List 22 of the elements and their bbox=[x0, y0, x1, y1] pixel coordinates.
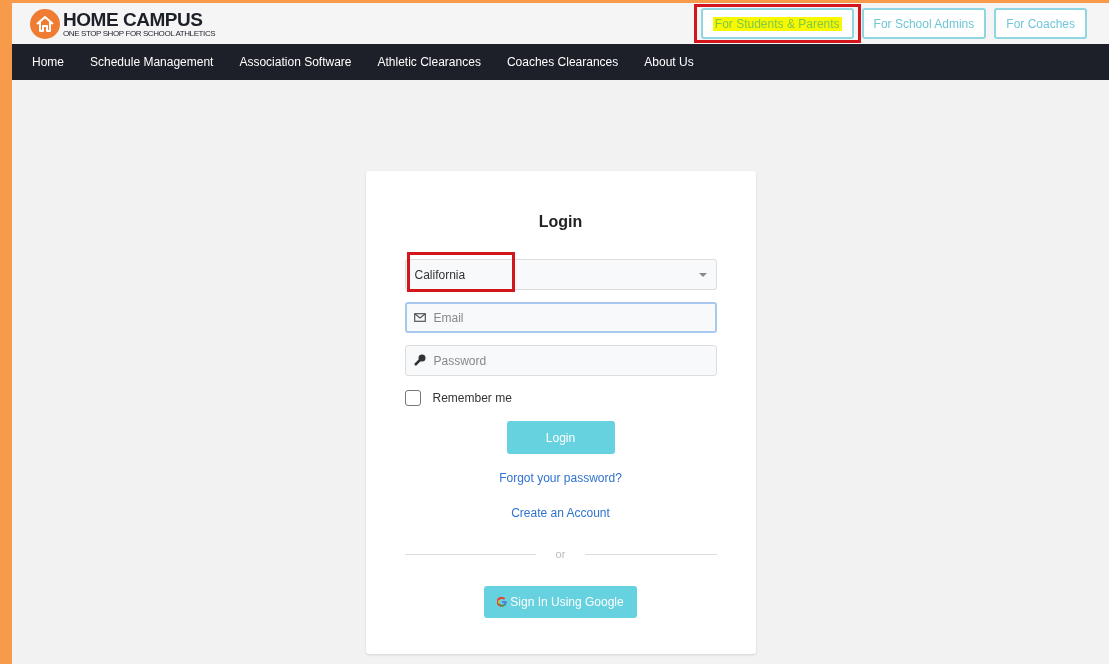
nav-link[interactable]: Athletic Clearances bbox=[377, 53, 481, 71]
brand-tagline: ONE STOP SHOP FOR SCHOOL ATHLETICS bbox=[63, 29, 216, 38]
google-g-icon bbox=[497, 596, 508, 607]
divider-text: or bbox=[555, 547, 566, 562]
state-select[interactable]: California bbox=[404, 259, 717, 290]
nav-link[interactable]: About Us bbox=[644, 53, 694, 71]
create-account-link[interactable]: Create an Account bbox=[511, 504, 610, 522]
password-field[interactable]: Password bbox=[404, 345, 717, 376]
email-field[interactable]: Email bbox=[404, 302, 717, 333]
key-icon bbox=[413, 354, 426, 366]
remember-checkbox[interactable] bbox=[404, 390, 421, 406]
brand-name: HOME CAMPUS bbox=[63, 9, 204, 29]
nav-link[interactable]: Coaches Clearances bbox=[506, 53, 619, 71]
envelope-icon bbox=[413, 313, 426, 322]
remember-label: Remember me bbox=[432, 390, 512, 407]
nav-link[interactable]: Association Software bbox=[239, 53, 352, 71]
nav-link[interactable]: Home bbox=[32, 53, 64, 71]
forgot-password-link[interactable]: Forgot your password? bbox=[499, 469, 622, 487]
login-title: Login bbox=[538, 212, 583, 232]
house-logo-icon bbox=[30, 8, 60, 39]
nav-link[interactable]: Schedule Management bbox=[90, 53, 214, 71]
dropdown-caret-icon bbox=[698, 272, 707, 277]
